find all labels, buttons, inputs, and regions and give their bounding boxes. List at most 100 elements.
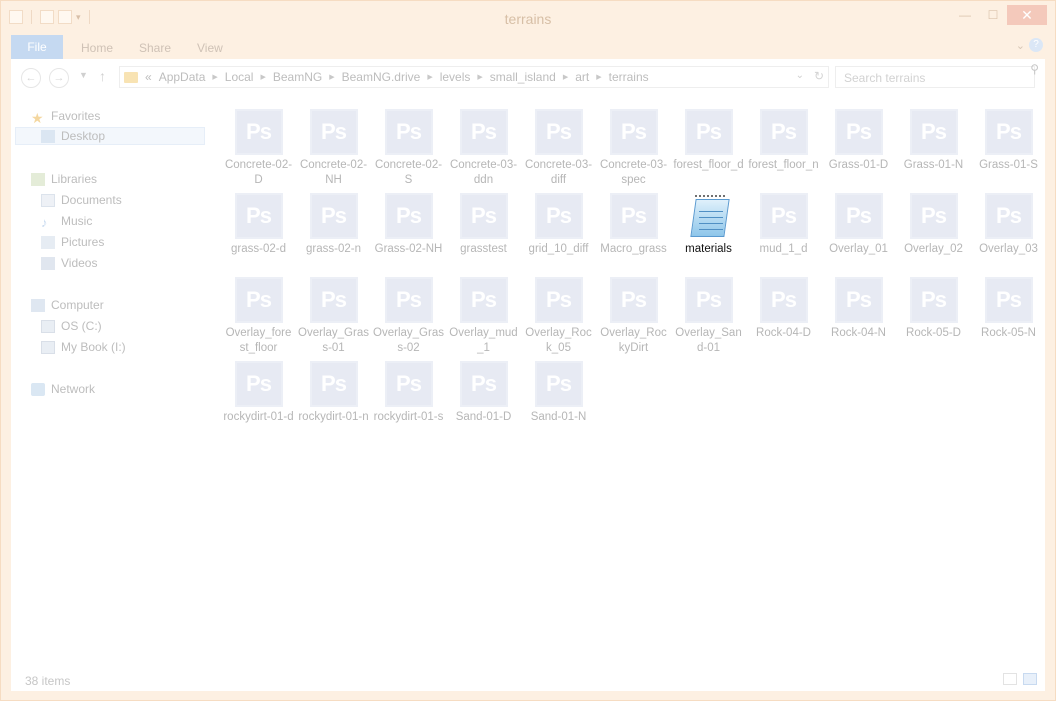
- file-name: Grass-01-D: [828, 159, 889, 171]
- breadcrumb-terrains[interactable]: terrains: [609, 70, 649, 84]
- navigation-pane: ★ Favorites Desktop Libraries Documents …: [11, 95, 207, 669]
- file-item[interactable]: Ps forest_floor_d: [671, 101, 746, 185]
- file-item[interactable]: Ps Grass-01-D: [821, 101, 896, 185]
- file-name: Concrete-03-diff: [524, 159, 593, 186]
- nav-documents[interactable]: Documents: [41, 191, 122, 209]
- breadcrumb-appdata[interactable]: AppData: [159, 70, 206, 84]
- up-arrow-icon[interactable]: ↑: [99, 68, 106, 84]
- tab-share[interactable]: Share: [139, 41, 171, 55]
- file-item[interactable]: Ps rockydirt-01-s: [371, 353, 446, 437]
- photoshop-file-icon: Ps: [684, 277, 733, 323]
- file-item[interactable]: Ps Overlay_forest_floor: [221, 269, 296, 354]
- file-name: Overlay_mud_1: [449, 327, 518, 354]
- file-name: Overlay_Grass-01: [298, 327, 369, 354]
- file-item[interactable]: Ps Concrete-02-S: [371, 101, 446, 186]
- nav-os-drive[interactable]: OS (C:): [41, 317, 102, 335]
- breadcrumb-beamng-drive[interactable]: BeamNG.drive: [342, 70, 421, 84]
- nav-libraries[interactable]: Libraries: [31, 170, 97, 188]
- file-item[interactable]: Ps Overlay_Rock_05: [521, 269, 596, 354]
- star-icon: ★: [31, 109, 44, 126]
- chevron-right-icon[interactable]: ▶: [260, 73, 265, 81]
- tab-file[interactable]: File: [11, 35, 63, 59]
- file-name: Concrete-03-spec: [599, 159, 668, 186]
- nav-computer[interactable]: Computer: [31, 296, 104, 314]
- chevron-right-icon[interactable]: ▶: [427, 73, 432, 81]
- large-icons-view-icon[interactable]: [1023, 673, 1037, 685]
- file-item[interactable]: Ps Overlay_mud_1: [446, 269, 521, 354]
- file-name: forest_floor_d: [673, 159, 744, 171]
- file-item[interactable]: Ps Sand-01-N: [521, 353, 596, 437]
- file-item[interactable]: Ps Overlay_Grass-02: [371, 269, 446, 354]
- address-bar[interactable]: « AppData ▶ Local ▶ BeamNG ▶ BeamNG.driv…: [119, 66, 829, 88]
- details-view-icon[interactable]: [1003, 673, 1017, 685]
- chevron-right-icon[interactable]: ▶: [596, 73, 601, 81]
- file-name: Rock-04-D: [756, 327, 811, 339]
- chevron-right-icon[interactable]: ▶: [563, 73, 568, 81]
- file-item[interactable]: Ps Grass-01-N: [896, 101, 971, 185]
- minimize-button[interactable]: —: [951, 5, 979, 25]
- tab-view[interactable]: View: [197, 41, 223, 55]
- file-item[interactable]: Ps Rock-05-D: [896, 269, 971, 353]
- file-item[interactable]: Ps Concrete-03-diff: [521, 101, 596, 186]
- file-item[interactable]: Ps Concrete-03-ddn: [446, 101, 521, 186]
- search-icon[interactable]: ⚲: [1030, 62, 1039, 76]
- close-button[interactable]: ✕: [1007, 5, 1047, 25]
- forward-button[interactable]: →: [49, 68, 69, 88]
- recent-locations-icon[interactable]: ▼: [79, 70, 88, 80]
- nav-network[interactable]: Network: [31, 380, 95, 398]
- file-item[interactable]: Ps forest_floor_n: [746, 101, 821, 185]
- file-item[interactable]: Ps grid_10_diff: [521, 185, 596, 269]
- file-item[interactable]: Ps Grass-01-S: [971, 101, 1046, 185]
- chevron-down-icon[interactable]: ⌄: [796, 70, 804, 81]
- explorer-window: ▾ terrains — ☐ ✕ File Home Share View ⌄ …: [0, 0, 1056, 701]
- file-item[interactable]: Ps Concrete-02-D: [221, 101, 296, 186]
- file-item[interactable]: Ps Overlay_Sand-01: [671, 269, 746, 354]
- maximize-button[interactable]: ☐: [979, 5, 1007, 25]
- tab-home[interactable]: Home: [81, 41, 113, 55]
- expand-ribbon-icon[interactable]: ⌄: [1016, 39, 1025, 52]
- file-item[interactable]: Ps Sand-01-D: [446, 353, 521, 437]
- photoshop-file-icon: Ps: [684, 109, 733, 155]
- chevron-right-icon[interactable]: ▶: [477, 73, 482, 81]
- file-item[interactable]: Ps Overlay_RockyDirt: [596, 269, 671, 354]
- file-item[interactable]: Ps rockydirt-01-n: [296, 353, 371, 437]
- file-item[interactable]: Ps Concrete-02-NH: [296, 101, 371, 186]
- nav-label: Music: [61, 214, 93, 228]
- file-item[interactable]: materials: [671, 185, 746, 269]
- back-button[interactable]: ←: [21, 68, 41, 88]
- file-item[interactable]: Ps Overlay_01: [821, 185, 896, 269]
- breadcrumb-local[interactable]: Local: [225, 70, 254, 84]
- nav-videos[interactable]: Videos: [41, 254, 97, 272]
- refresh-icon[interactable]: ↻: [814, 69, 824, 83]
- breadcrumb-small-island[interactable]: small_island: [490, 70, 556, 84]
- breadcrumb-overflow[interactable]: «: [145, 70, 152, 84]
- file-item[interactable]: Ps Grass-02-NH: [371, 185, 446, 269]
- nav-pictures[interactable]: Pictures: [41, 233, 104, 251]
- file-item[interactable]: Ps Rock-04-D: [746, 269, 821, 353]
- nav-favorites[interactable]: ★ Favorites: [31, 107, 100, 126]
- nav-music[interactable]: ♪ Music: [41, 212, 92, 230]
- file-item[interactable]: Ps Overlay_03: [971, 185, 1046, 269]
- breadcrumb-art[interactable]: art: [575, 70, 589, 84]
- photoshop-file-icon: Ps: [384, 277, 433, 323]
- file-item[interactable]: Ps grasstest: [446, 185, 521, 269]
- file-item[interactable]: Ps Macro_grass: [596, 185, 671, 269]
- file-item[interactable]: Ps Concrete-03-spec: [596, 101, 671, 186]
- breadcrumb-levels[interactable]: levels: [440, 70, 471, 84]
- file-item[interactable]: Ps Overlay_Grass-01: [296, 269, 371, 354]
- file-item[interactable]: Ps grass-02-d: [221, 185, 296, 269]
- chevron-right-icon[interactable]: ▶: [329, 73, 334, 81]
- nav-desktop[interactable]: Desktop: [15, 127, 205, 145]
- file-item[interactable]: Ps mud_1_d: [746, 185, 821, 269]
- nav-mybook[interactable]: My Book (I:): [41, 338, 126, 356]
- file-item[interactable]: Ps Rock-05-N: [971, 269, 1046, 353]
- window-title: terrains: [504, 11, 552, 27]
- file-item[interactable]: Ps grass-02-n: [296, 185, 371, 269]
- file-item[interactable]: Ps rockydirt-01-d: [221, 353, 296, 437]
- help-icon[interactable]: ?: [1029, 38, 1043, 52]
- breadcrumb-beamng[interactable]: BeamNG: [273, 70, 322, 84]
- search-input[interactable]: Search terrains: [835, 66, 1035, 88]
- chevron-right-icon[interactable]: ▶: [212, 73, 217, 81]
- file-item[interactable]: Ps Overlay_02: [896, 185, 971, 269]
- file-item[interactable]: Ps Rock-04-N: [821, 269, 896, 353]
